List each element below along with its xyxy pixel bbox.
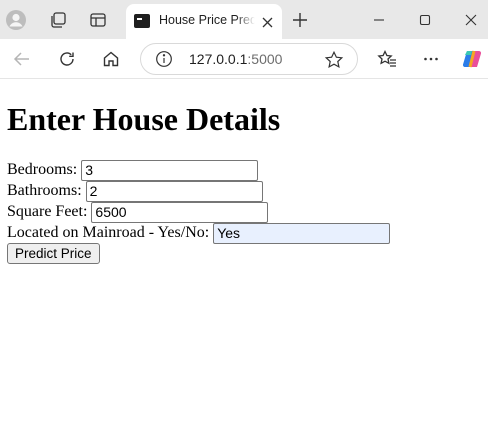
url-text[interactable]: 127.0.0.1:5000 [189, 51, 282, 67]
new-tab-button[interactable] [288, 8, 312, 32]
copilot-icon [462, 50, 482, 68]
bathrooms-input[interactable] [85, 180, 263, 202]
tab-actions-icon[interactable] [86, 8, 110, 32]
page-content: Enter House Details Bedrooms: Bathrooms:… [0, 80, 488, 438]
browser-titlebar: House Price Prediction [0, 0, 488, 39]
back-arrow-icon [13, 52, 29, 66]
minimize-icon [374, 18, 384, 21]
bathrooms-row: Bathrooms: [7, 180, 263, 202]
square-feet-input[interactable] [91, 201, 269, 223]
mainroad-label: Located on Mainroad - Yes/No: [7, 224, 210, 241]
home-button[interactable] [99, 47, 123, 71]
home-icon [103, 51, 119, 67]
minimize-button[interactable] [356, 0, 402, 39]
tab-title: House Price Prediction [159, 13, 255, 27]
more-button[interactable] [419, 47, 443, 71]
url-host: 127.0.0.1 [189, 51, 248, 67]
close-icon [262, 17, 272, 27]
favorites-icon [377, 49, 396, 67]
copilot-button[interactable] [460, 47, 484, 71]
square-feet-label: Square Feet: [7, 203, 88, 220]
maximize-button[interactable] [402, 0, 448, 39]
plus-icon [293, 13, 307, 27]
browser-toolbar: 127.0.0.1:5000 [0, 39, 488, 79]
square-feet-row: Square Feet: [7, 201, 269, 223]
bedrooms-row: Bedrooms: [7, 159, 259, 181]
page-title: Enter House Details [7, 101, 281, 137]
star-icon[interactable] [324, 50, 344, 70]
close-tab-button[interactable] [258, 13, 276, 31]
favorites-button[interactable] [375, 47, 399, 71]
back-button[interactable] [10, 47, 34, 71]
close-window-button[interactable] [448, 0, 488, 39]
bathrooms-label: Bathrooms: [7, 182, 82, 199]
active-tab[interactable]: House Price Prediction [126, 4, 282, 39]
maximize-icon [419, 14, 431, 25]
terminal-favicon-icon [134, 14, 150, 28]
info-icon[interactable] [155, 50, 173, 68]
workspaces-icon[interactable] [46, 8, 70, 32]
refresh-button[interactable] [55, 47, 79, 71]
profile-icon[interactable] [4, 8, 28, 32]
url-port: :5000 [247, 51, 283, 67]
bedrooms-label: Bedrooms: [7, 161, 78, 178]
close-icon [465, 14, 477, 25]
mainroad-input[interactable] [213, 222, 391, 244]
mainroad-row: Located on Mainroad - Yes/No: [7, 222, 391, 244]
more-icon [424, 57, 438, 61]
refresh-icon [60, 52, 74, 66]
bedrooms-input[interactable] [81, 159, 259, 181]
predict-price-button[interactable]: Predict Price [7, 243, 100, 264]
address-bar[interactable]: 127.0.0.1:5000 [140, 43, 358, 75]
